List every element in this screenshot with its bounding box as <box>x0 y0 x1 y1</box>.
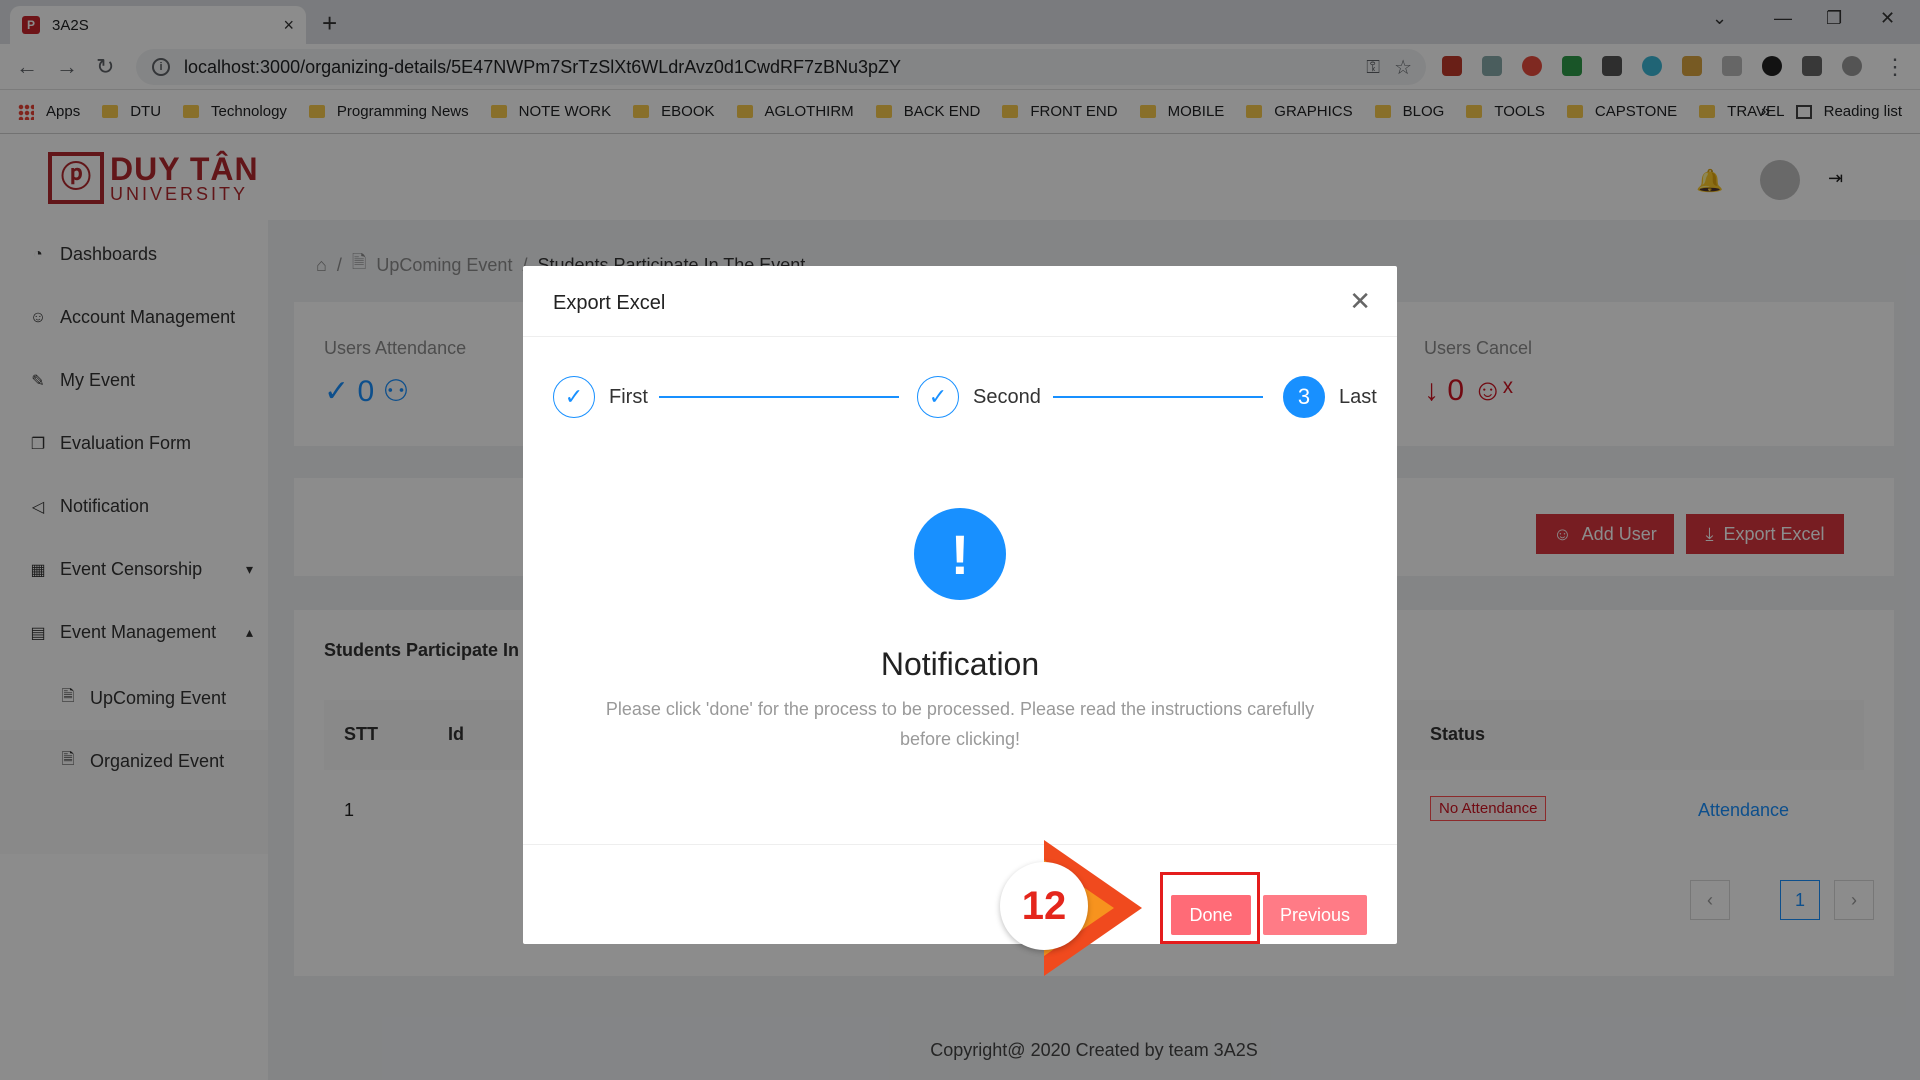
annotation-step-badge: 12 <box>1000 862 1088 950</box>
export-excel-modal: Export Excel ✕ ✓ First ✓ Second 3 Last ! No… <box>523 266 1397 944</box>
step-first: ✓ First <box>553 376 648 418</box>
notification-title: Notification <box>880 646 1040 682</box>
step-number: 3 <box>1283 376 1325 418</box>
close-icon[interactable]: ✕ <box>1349 286 1371 317</box>
modal-footer: Done Previous <box>523 844 1397 944</box>
check-icon: ✓ <box>917 376 959 418</box>
step-connector <box>1053 396 1263 398</box>
modal-title: Export Excel <box>553 292 666 314</box>
previous-button[interactable]: Previous <box>1263 895 1367 935</box>
notification-message: Please click 'done' for the process to b… <box>605 699 1315 749</box>
step-connector <box>659 396 899 398</box>
exclamation-icon: ! <box>914 508 1006 600</box>
annotation-highlight-box <box>1160 872 1260 944</box>
step-second: ✓ Second <box>917 376 1041 418</box>
modal-header: Export Excel ✕ <box>523 266 1397 337</box>
check-icon: ✓ <box>553 376 595 418</box>
step-last: 3 Last <box>1283 376 1377 418</box>
